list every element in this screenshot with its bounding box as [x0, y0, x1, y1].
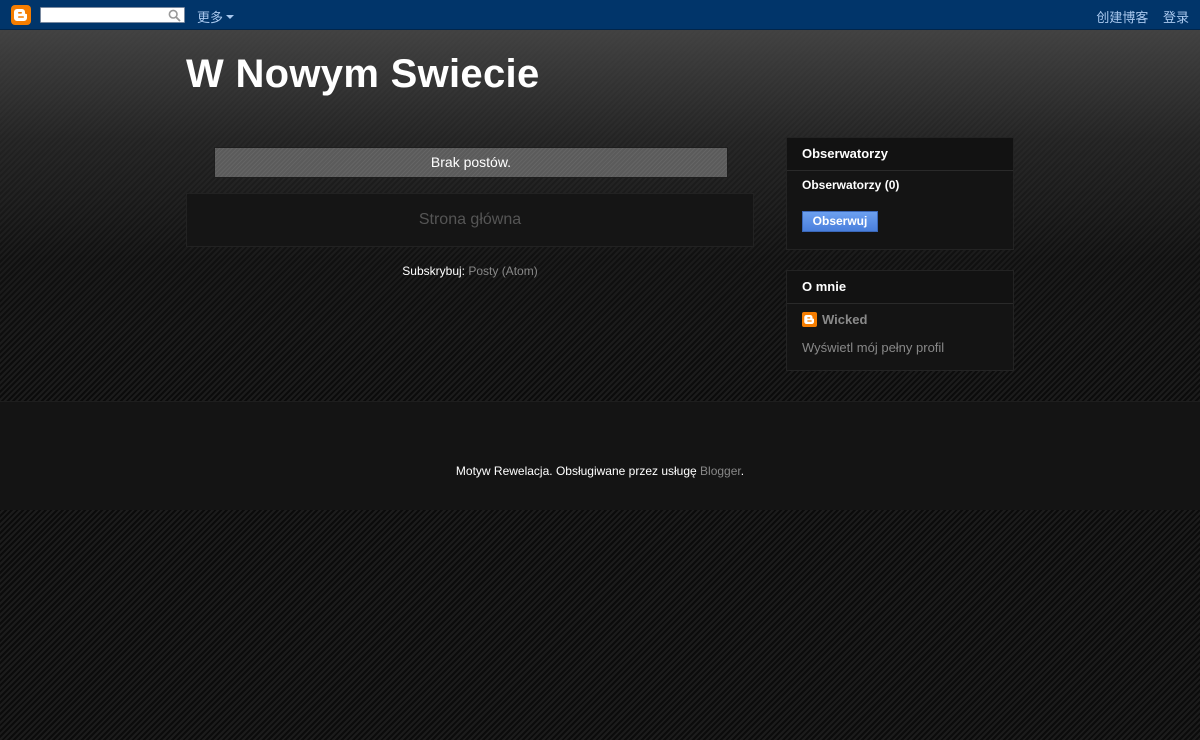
follow-button[interactable]: Obserwuj [802, 211, 878, 232]
blogger-logo-icon[interactable] [11, 5, 31, 25]
search-icon[interactable] [168, 9, 181, 27]
chevron-down-icon [226, 14, 235, 19]
login-link[interactable]: 登录 [1163, 10, 1189, 25]
navbar-right-links: 创建博客 登录 [1085, 7, 1189, 26]
footer-attribution: Motyw Rewelacja. Obsługiwane przez usług… [0, 464, 1200, 478]
blog-pager: Strona główna [186, 193, 754, 247]
more-menu-label: 更多 [197, 10, 224, 25]
profile-row: Wicked [802, 312, 867, 327]
blogger-profile-icon [802, 312, 817, 327]
about-widget: O mnie Wicked Wyświetl mój pełny profil [786, 270, 1014, 371]
home-link[interactable]: Strona główna [187, 194, 753, 246]
view-full-profile-link[interactable]: Wyświetl mój pełny profil [802, 340, 944, 355]
followers-count: Obserwatorzy (0) [802, 178, 900, 192]
followers-widget-title: Obserwatorzy [787, 138, 1013, 171]
navbar-search-input[interactable] [43, 8, 161, 22]
footer-theme-text: Motyw Rewelacja. Obsługiwane przez usług… [455, 464, 697, 478]
top-navbar: 更多 创建博客 登录 [0, 0, 1200, 30]
more-menu-button[interactable]: 更多 [197, 7, 235, 26]
profile-name-link[interactable]: Wicked [822, 312, 867, 327]
no-posts-message: Brak postów. [214, 147, 728, 178]
footer: Motyw Rewelacja. Obsługiwane przez usług… [0, 401, 1200, 510]
followers-widget: Obserwatorzy Obserwatorzy (0) Obserwuj [786, 137, 1014, 250]
posts-atom-link[interactable]: Posty (Atom) [468, 264, 537, 278]
about-widget-title: O mnie [787, 271, 1013, 304]
subscribe-label: Subskrybuj: [402, 264, 465, 278]
blog-title[interactable]: W Nowym Swiecie [186, 52, 539, 97]
create-blog-link[interactable]: 创建博客 [1096, 10, 1148, 25]
subscribe-line: Subskrybuj: Posty (Atom) [186, 264, 754, 278]
blogger-link[interactable]: Blogger [700, 464, 741, 478]
navbar-search-box [40, 7, 185, 23]
footer-trailing: . [740, 464, 745, 478]
